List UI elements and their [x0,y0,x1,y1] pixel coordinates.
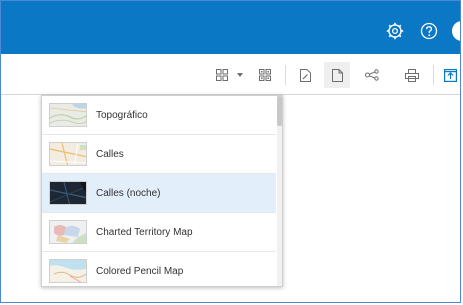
basemap-item-label: Charted Territory Map [96,226,193,238]
avatar[interactable] [452,21,460,41]
page-icon[interactable] [324,62,350,88]
charted-territory-map-thumbnail [49,220,87,244]
header-bar [1,1,460,54]
toolbar-divider [433,65,434,85]
chevron-down-icon[interactable] [234,62,246,88]
toolbar [1,56,460,95]
toolbar-divider [285,65,286,85]
share-nodes-icon[interactable] [361,62,383,88]
basemap-item-topografico[interactable]: Topográfico [42,96,276,135]
basemap-item-label: Calles (noche) [96,187,161,199]
scrollbar-thumb[interactable] [277,96,282,126]
basemap-item-colored-pencil[interactable]: Colored Pencil Map [42,252,276,286]
basemap-item-label: Topográfico [96,109,148,121]
help-circle-icon[interactable] [419,21,439,41]
colored-pencil-map-thumbnail [49,259,87,283]
basemap-item-charted-territory[interactable]: Charted Territory Map [42,213,276,252]
gear-icon[interactable] [385,21,405,41]
scrollbar-track[interactable] [277,96,282,286]
basemap-item-label: Calles [96,148,124,160]
export-icon[interactable] [440,62,460,88]
basemap-dropdown: Topográfico Calles Calles (noche) Charte… [41,95,283,287]
topographic-map-thumbnail [49,103,87,127]
basemap-item-label: Colored Pencil Map [96,265,184,277]
streets-map-thumbnail [49,142,87,166]
basemap-item-calles[interactable]: Calles [42,135,276,174]
basemap-item-calles-noche[interactable]: Calles (noche) [42,174,276,213]
layout-grid-icon[interactable] [213,62,231,88]
streets-night-map-thumbnail [49,181,87,205]
app-frame: Topográfico Calles Calles (noche) Charte… [0,0,461,303]
page-edit-icon[interactable] [294,62,316,88]
qr-grid-icon[interactable] [256,62,274,88]
print-icon[interactable] [401,62,423,88]
